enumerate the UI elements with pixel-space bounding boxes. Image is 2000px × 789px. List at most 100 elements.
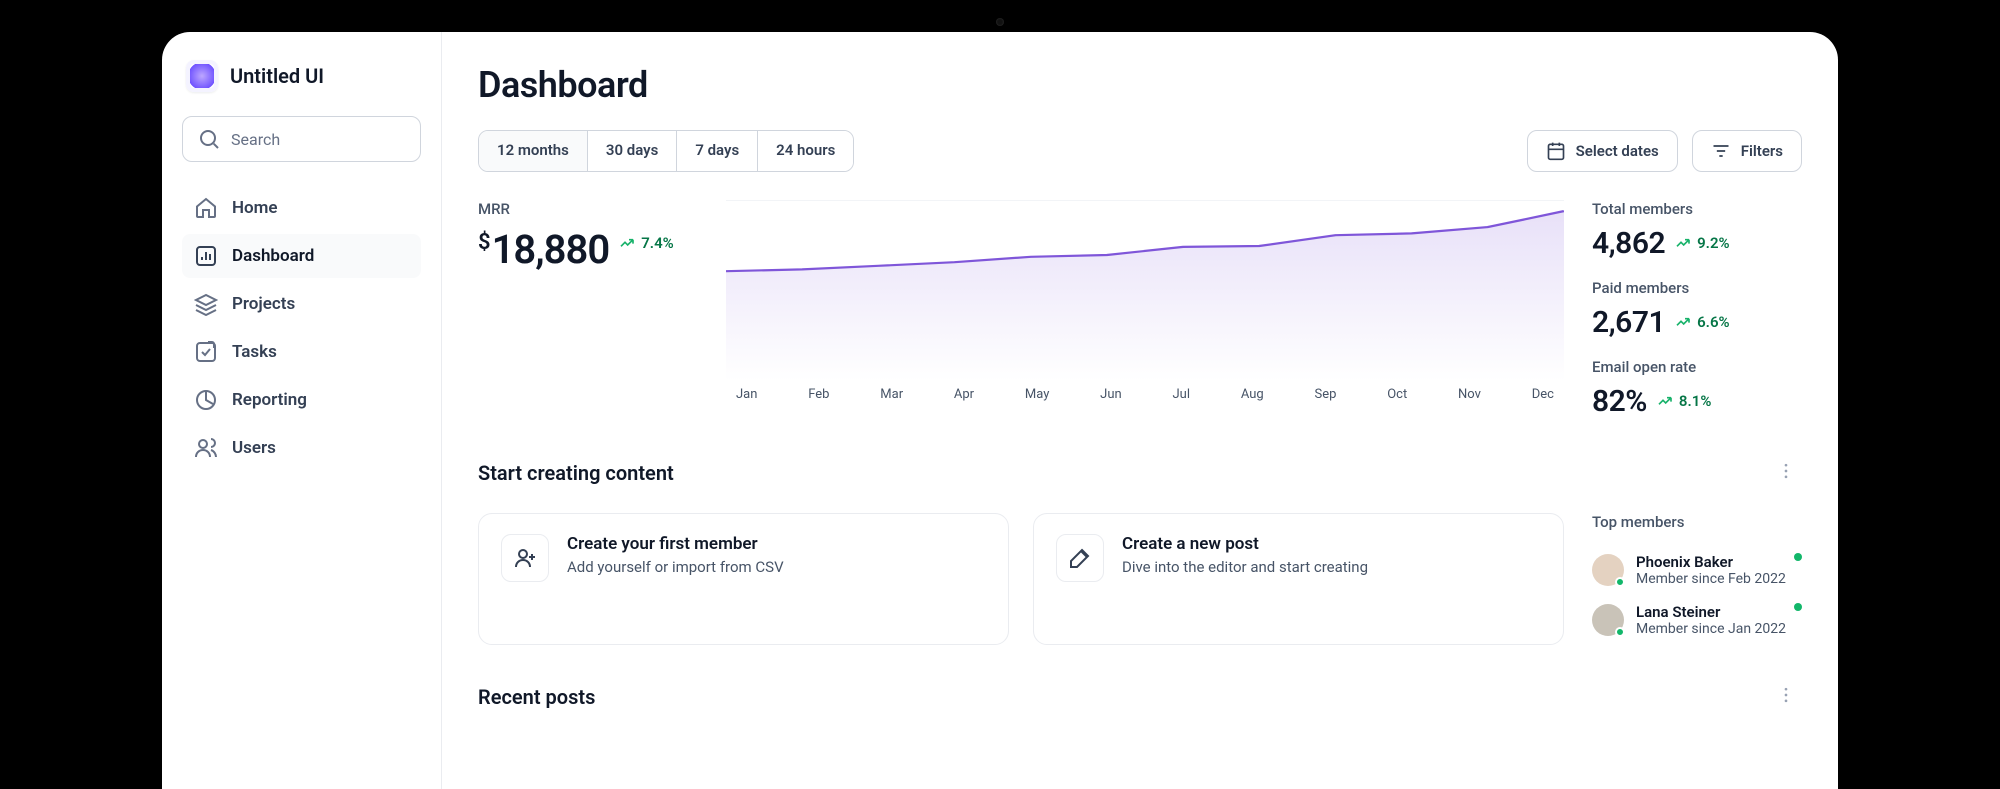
stat-delta: 8.1% (1657, 392, 1711, 410)
avatar (1592, 604, 1624, 636)
trend-up-icon (1675, 314, 1691, 330)
recent-posts-title: Recent posts (478, 685, 595, 709)
trend-up-icon (619, 235, 635, 251)
check-square-icon (194, 340, 218, 364)
dots-vertical-icon (1776, 461, 1796, 481)
range-tab[interactable]: 7 days (677, 131, 758, 171)
x-tick: Sep (1315, 387, 1337, 402)
card-subtitle: Add yourself or import from CSV (567, 558, 784, 576)
calendar-icon (1546, 141, 1566, 161)
stat-label: Total members (1592, 200, 1802, 218)
stat-value: 82% (1592, 384, 1647, 419)
content-card[interactable]: Create your first member Add yourself or … (478, 513, 1009, 645)
top-members-panel: Top members Phoenix BakerMember since Fe… (1592, 513, 1802, 645)
member-row[interactable]: Lana SteinerMember since Jan 2022 (1592, 595, 1802, 645)
x-tick: Aug (1241, 387, 1264, 402)
select-dates-label: Select dates (1576, 142, 1659, 160)
recent-posts-header: Recent posts (478, 679, 1802, 715)
range-tab[interactable]: 30 days (588, 131, 677, 171)
online-indicator-icon (1794, 603, 1802, 611)
mrr-chart: JanFebMarAprMayJunJulAugSepOctNovDec (726, 200, 1564, 410)
card-title: Create your first member (567, 534, 784, 554)
stat-block: Paid members 2,671 6.6% (1592, 279, 1802, 340)
stat-block: Total members 4,862 9.2% (1592, 200, 1802, 261)
sidebar-item-reporting[interactable]: Reporting (182, 378, 421, 422)
member-since: Member since Jan 2022 (1636, 621, 1786, 637)
x-tick: Dec (1532, 387, 1554, 402)
stat-delta: 6.6% (1675, 313, 1729, 331)
sidebar: Untitled UI Search Home Dashboard Projects… (162, 32, 442, 789)
mrr-value: 18,880 (492, 226, 610, 273)
trend-up-icon (1657, 393, 1673, 409)
mrr-label: MRR (478, 200, 698, 218)
mrr-delta: 7.4% (619, 234, 673, 252)
card-title: Create a new post (1122, 534, 1368, 554)
chart-svg (726, 201, 1564, 381)
users-icon (194, 436, 218, 460)
search-placeholder: Search (231, 130, 280, 149)
search-icon (197, 127, 221, 151)
select-dates-button[interactable]: Select dates (1527, 130, 1678, 172)
member-name: Lana Steiner (1636, 603, 1786, 621)
toolbar: 12 months30 days7 days24 hours Select da… (478, 130, 1802, 172)
search-input[interactable]: Search (182, 116, 421, 162)
sidebar-item-dashboard[interactable]: Dashboard (182, 234, 421, 278)
pie-chart-icon (194, 388, 218, 412)
sidebar-item-projects[interactable]: Projects (182, 282, 421, 326)
date-range-tabs: 12 months30 days7 days24 hours (478, 130, 854, 172)
stat-value: 4,862 (1592, 226, 1665, 261)
main-content: Dashboard 12 months30 days7 days24 hours… (442, 32, 1838, 789)
x-tick: Apr (954, 387, 974, 402)
nav-label: Users (232, 438, 276, 458)
user-plus-icon (501, 534, 549, 582)
brand-logo (186, 60, 218, 92)
member-since: Member since Feb 2022 (1636, 571, 1786, 587)
sidebar-nav: Home Dashboard Projects Tasks Reporting Users (182, 186, 421, 470)
filters-label: Filters (1741, 142, 1783, 160)
content-card[interactable]: Create a new post Dive into the editor an… (1033, 513, 1564, 645)
trend-up-icon (1675, 235, 1691, 251)
status-dot-icon (1615, 577, 1625, 587)
member-name: Phoenix Baker (1636, 553, 1786, 571)
nav-label: Home (232, 198, 278, 218)
card-subtitle: Dive into the editor and start creating (1122, 558, 1368, 576)
filters-button[interactable]: Filters (1692, 130, 1802, 172)
sidebar-item-home[interactable]: Home (182, 186, 421, 230)
more-menu-button[interactable] (1770, 679, 1802, 715)
range-tab[interactable]: 24 hours (758, 131, 853, 171)
online-indicator-icon (1794, 553, 1802, 561)
x-tick: Mar (880, 387, 903, 402)
x-tick: Jan (736, 387, 757, 402)
more-menu-button[interactable] (1770, 455, 1802, 491)
filter-icon (1711, 141, 1731, 161)
nav-label: Reporting (232, 390, 307, 410)
brand: Untitled UI (182, 60, 421, 92)
page-title: Dashboard (478, 64, 1802, 106)
top-members-title: Top members (1592, 513, 1802, 531)
pen-icon (1056, 534, 1104, 582)
range-tab[interactable]: 12 months (479, 131, 588, 171)
x-tick: Jul (1173, 387, 1191, 402)
stat-delta: 9.2% (1675, 234, 1729, 252)
nav-label: Projects (232, 294, 295, 314)
stat-label: Email open rate (1592, 358, 1802, 376)
overview-row: MRR $ 18,880 7.4% JanFebMarAp (478, 200, 1802, 419)
content-cards: Create your first member Add yourself or … (478, 513, 1564, 645)
x-tick: Jun (1100, 387, 1122, 402)
bar-chart-icon (194, 244, 218, 268)
home-icon (194, 196, 218, 220)
nav-label: Dashboard (232, 246, 314, 266)
x-tick: Feb (808, 387, 829, 402)
member-row[interactable]: Phoenix BakerMember since Feb 2022 (1592, 545, 1802, 595)
sidebar-item-tasks[interactable]: Tasks (182, 330, 421, 374)
x-tick: Nov (1458, 387, 1481, 402)
x-tick: Oct (1387, 387, 1407, 402)
mrr-currency: $ (478, 230, 490, 255)
stat-value: 2,671 (1592, 305, 1665, 340)
sidebar-item-users[interactable]: Users (182, 426, 421, 470)
chart-x-axis: JanFebMarAprMayJunJulAugSepOctNovDec (726, 381, 1564, 402)
stat-label: Paid members (1592, 279, 1802, 297)
status-dot-icon (1615, 627, 1625, 637)
brand-name: Untitled UI (230, 64, 324, 88)
mrr-metric: MRR $ 18,880 7.4% (478, 200, 698, 419)
